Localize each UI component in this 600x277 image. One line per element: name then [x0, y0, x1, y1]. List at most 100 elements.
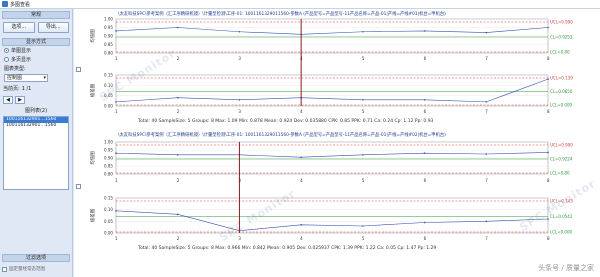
- control-chart-panel-1: \太友科技SPC\参考案例（汇工序精研机镜）\计量型检测\工序-01: 1001…: [86, 9, 598, 129]
- y-tick-label: 0.95: [104, 25, 113, 30]
- data-point: [423, 152, 426, 154]
- x-tick-label: 5: [362, 178, 365, 183]
- data-point: [115, 101, 117, 103]
- data-point: [362, 154, 364, 156]
- cl-label: CL=0.9224: [550, 157, 573, 162]
- x-tick-label: 2: [177, 109, 180, 114]
- data-point: [547, 151, 549, 154]
- x-tick-label: 4: [300, 109, 303, 114]
- x-tick-label: 3: [238, 56, 241, 61]
- data-point: [485, 153, 488, 155]
- data-point: [547, 78, 549, 80]
- y-tick-label: 0.15: [104, 73, 113, 78]
- range-chart-frame: [115, 74, 549, 107]
- chart-area: \太友科技SPC\参考案例（汇工序精研机镜）\计量型检测\工序-01: 1001…: [74, 9, 600, 277]
- x-tick-label: 7: [485, 236, 488, 241]
- radio-single-label: 单图显示: [11, 48, 32, 54]
- chart-2-stats: Total: 40 SampleSize: 5 Groups: 8 Max: 0…: [138, 246, 437, 251]
- data-point: [423, 99, 426, 101]
- ucl-label: UCL=0.990: [550, 143, 573, 148]
- data-point: [423, 221, 426, 224]
- chart-2-checkbox[interactable]: [76, 184, 81, 189]
- title-bar: 多图查看: [0, 0, 600, 9]
- x-tick-label: 1: [115, 56, 118, 61]
- y-axis-label: 均值图: [89, 29, 96, 43]
- data-point: [485, 220, 488, 223]
- filter-header: 过滤选项: [2, 254, 70, 262]
- y-axis-label: 极差图: [89, 208, 96, 222]
- radio-single-view[interactable]: 单图显示: [0, 46, 72, 55]
- data-point: [300, 156, 302, 158]
- ucl-label: UCL=0.990: [550, 20, 573, 25]
- options-button[interactable]: 选项...: [3, 22, 35, 33]
- chart-list[interactable]: 100116132901…1560 100116132901…1560: [3, 116, 69, 190]
- y-axis-label: 极差图: [89, 83, 96, 97]
- data-point: [485, 31, 488, 34]
- prev-page-button[interactable]: ◀: [3, 96, 13, 104]
- sidebar: 常规 选项... 导出... 显示方式 单图显示 多页显示 图表类型: 控制图 …: [0, 9, 73, 277]
- radio-multi-page[interactable]: 多页显示: [0, 55, 72, 64]
- x-tick-label: 3: [238, 109, 241, 114]
- x-tick-label: 8: [547, 56, 550, 61]
- x-tick-label: 7: [485, 56, 488, 61]
- x-tick-label: 5: [362, 109, 365, 114]
- data-point: [362, 225, 364, 227]
- y-tick-label: 0.95: [104, 148, 113, 153]
- y-axis-label: 均值图: [89, 151, 96, 165]
- y-tick-label: 0.00: [104, 104, 113, 109]
- y-tick-label: 0.80: [104, 51, 113, 56]
- chart-type-value: 控制图: [7, 75, 23, 81]
- x-tick-label: 5: [362, 236, 365, 241]
- x-tick-label: 6: [424, 178, 427, 183]
- window-title: 多图查看: [10, 1, 31, 8]
- y-tick-label: 1.00: [104, 17, 113, 22]
- cl-label: CL=0.9253: [550, 35, 573, 40]
- x-tick-label: 5: [362, 56, 365, 61]
- next-page-button[interactable]: ▶: [15, 96, 25, 104]
- x-tick-label: 1: [115, 109, 118, 114]
- x-tick-label: 7: [485, 109, 488, 114]
- x-tick-label: 1: [115, 178, 118, 183]
- fixed-control-label: 固定量经常态范围: [9, 267, 45, 272]
- fixed-control-checkbox-row[interactable]: 固定量经常态范围: [2, 266, 45, 272]
- chart-1-stats: Total: 40 SampleSize: 5 Groups: 8 Max: 1…: [138, 119, 434, 124]
- x-tick-label: 8: [547, 236, 550, 241]
- y-tick-label: 0.05: [104, 219, 113, 224]
- data-point: [423, 30, 426, 32]
- chart-title: \太友科技SPC\参考案例（汇工序精研机镜）\计量型检测\工序-01: 1001…: [118, 131, 446, 138]
- data-point: [362, 99, 364, 101]
- y-tick-label: 1.00: [104, 140, 113, 145]
- section-display-header: 显示方式: [2, 38, 70, 46]
- chart-1-checkbox[interactable]: [76, 67, 81, 72]
- export-button[interactable]: 导出...: [37, 22, 69, 33]
- data-point: [238, 30, 241, 33]
- chart-title: \太友科技SPC\参考案例（汇工序精研机镜）\计量型检测\工序-01: 1001…: [118, 10, 446, 17]
- y-tick-label: 0.85: [104, 164, 113, 169]
- data-point: [115, 152, 117, 154]
- brand-label: 头条号 / 质量之家: [538, 264, 594, 272]
- data-point: [115, 210, 117, 212]
- radio-unselected-icon: [4, 57, 9, 62]
- range-chart-frame: [115, 197, 549, 234]
- y-tick-label: 0.85: [104, 42, 113, 47]
- x-tick-label: 2: [177, 178, 180, 183]
- list-item[interactable]: 100116132901…1560: [4, 123, 68, 129]
- y-tick-label: 0.10: [104, 207, 113, 212]
- data-point: [300, 224, 302, 226]
- data-point: [238, 99, 241, 101]
- y-tick-label: 0.90: [104, 34, 113, 39]
- page-label: 当前页:: [3, 86, 20, 92]
- chart-list-label: 图列表(2): [24, 108, 48, 114]
- control-chart-panel-2: \太友科技SPC\参考案例（汇工序精研机镜）\计量型检测\工序-01: 1001…: [86, 129, 598, 259]
- chart-type-select[interactable]: 控制图 ▾: [4, 74, 48, 82]
- radio-multi-label: 多页显示: [11, 57, 32, 63]
- data-point: [115, 30, 117, 32]
- cl-label: CL=0.0650: [550, 89, 573, 94]
- section-general-header: 常规: [2, 11, 70, 19]
- checkbox[interactable]: [2, 266, 7, 272]
- data-point: [176, 96, 179, 99]
- data-point: [176, 26, 179, 29]
- x-tick-label: 7: [485, 178, 488, 183]
- y-tick-label: 0.00: [104, 231, 113, 236]
- x-tick-label: 1: [115, 236, 118, 241]
